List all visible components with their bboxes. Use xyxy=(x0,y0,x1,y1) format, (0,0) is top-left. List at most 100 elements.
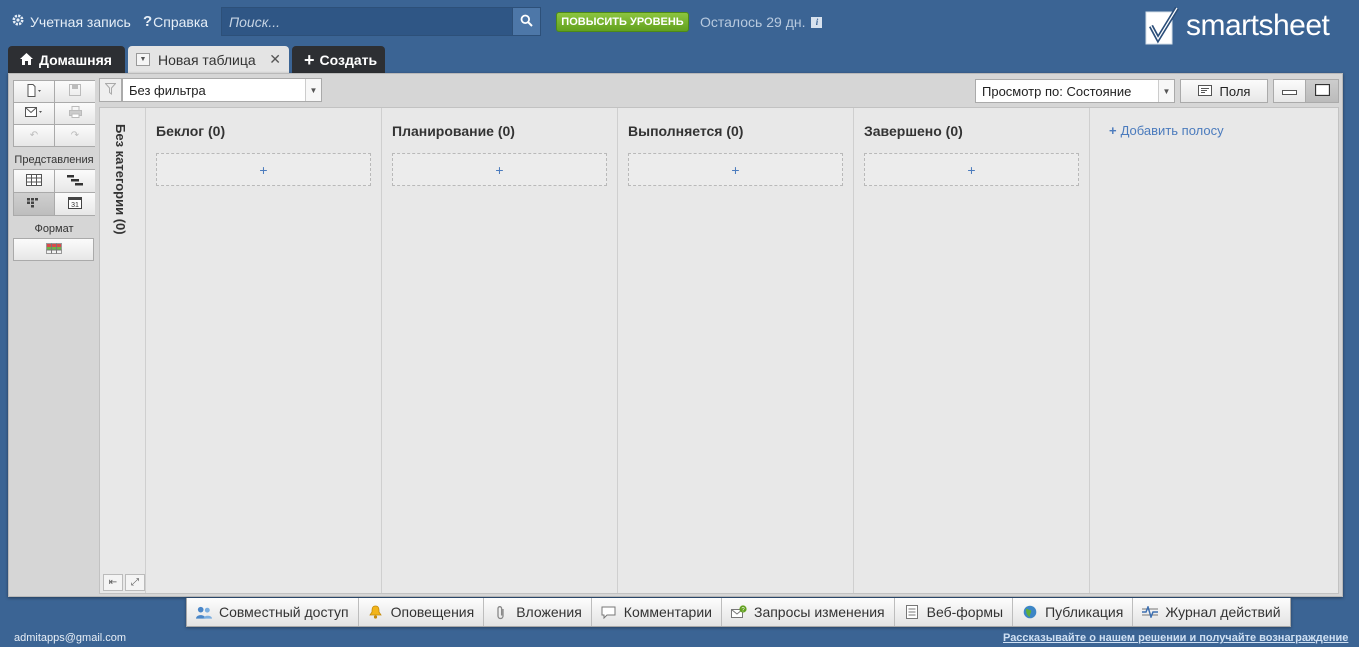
question-icon: ? xyxy=(143,13,153,30)
search-icon xyxy=(520,14,533,30)
referral-link[interactable]: Рассказывайте о нашем решении и получайт… xyxy=(1003,632,1348,644)
view-by-value: Просмотр по: Состояние xyxy=(982,83,1132,99)
filter-select-value: Без фильтра xyxy=(129,82,206,98)
trial-status: Осталось 29 дн. i xyxy=(700,14,823,30)
compact-cards-button[interactable] xyxy=(1274,80,1307,102)
full-cards-button[interactable] xyxy=(1306,80,1338,102)
web-forms-label: Веб-формы xyxy=(926,604,1004,620)
collapse-left-icon: ⇤ xyxy=(108,577,118,588)
sharing-label: Совместный доступ xyxy=(219,604,349,620)
alerts-button[interactable]: Оповещения xyxy=(359,598,485,626)
tab-create[interactable]: + Создать xyxy=(292,46,385,73)
lane-done: Завершено (0) + xyxy=(854,108,1090,593)
add-lane-link[interactable]: + Добавить полосу xyxy=(1109,123,1224,138)
uncategorized-lane: Без категории (0) ⇤ ⤢ xyxy=(100,108,146,593)
fields-label: Поля xyxy=(1219,83,1251,99)
email-button[interactable] xyxy=(14,103,54,124)
activity-log-icon xyxy=(1142,604,1159,620)
add-card-button[interactable]: + xyxy=(392,153,607,186)
account-label: Учетная запись xyxy=(30,14,131,30)
filter-bar: Без фильтра ▼ Просмотр по: Состояние ▼ П… xyxy=(99,78,1339,105)
comment-icon xyxy=(601,604,617,620)
add-lane-label: Добавить полосу xyxy=(1120,123,1224,138)
format-button[interactable] xyxy=(13,238,94,261)
search-button[interactable] xyxy=(513,7,541,36)
alerts-label: Оповещения xyxy=(390,604,475,620)
expand-button[interactable]: ⤢ xyxy=(125,574,145,591)
calendar-view-button[interactable]: 31 xyxy=(55,193,95,215)
sharing-button[interactable]: Совместный доступ xyxy=(187,598,359,626)
activity-log-button[interactable]: Журнал действий xyxy=(1133,598,1289,626)
globe-icon xyxy=(1022,604,1038,620)
email-icon xyxy=(25,106,43,121)
format-grid-icon xyxy=(45,242,62,257)
comments-label: Комментарии xyxy=(623,604,712,620)
chevron-down-icon: ▼ xyxy=(1158,80,1174,102)
home-icon xyxy=(20,52,33,68)
lane-title: Беклог (0) xyxy=(156,123,226,139)
tab-sheet[interactable]: ▼ Новая таблица ✕ xyxy=(128,46,289,73)
filter-select[interactable]: Без фильтра ▼ xyxy=(122,78,322,102)
form-icon xyxy=(904,604,920,620)
plus-icon: + xyxy=(1109,123,1117,138)
collapse-lane-button[interactable]: ⇤ xyxy=(103,574,123,591)
update-requests-label: Запросы изменения xyxy=(753,604,885,620)
card-view-button[interactable] xyxy=(14,193,54,215)
comments-button[interactable]: Комментарии xyxy=(592,598,722,626)
help-link[interactable]: ? Справка xyxy=(143,13,208,30)
card-board: Без категории (0) ⇤ ⤢ Беклог (0) + Плани… xyxy=(99,107,1339,594)
sheet-tools: ↶ ↷ xyxy=(13,80,95,147)
print-icon xyxy=(68,106,82,121)
format-label: Формат xyxy=(34,223,74,235)
people-icon xyxy=(196,604,212,620)
tab-strip: Домашняя ▼ Новая таблица ✕ + Создать xyxy=(8,46,385,73)
lane-controls: ⇤ ⤢ xyxy=(100,574,146,593)
full-card-icon xyxy=(1314,83,1330,99)
tab-home-label: Домашняя xyxy=(39,51,112,68)
main-panel: ↶ ↷ Представления 31 Формат Без фильтра … xyxy=(8,73,1343,597)
card-size-toggle xyxy=(1273,79,1339,103)
smartsheet-logo: smartsheet xyxy=(1144,6,1330,46)
save-button[interactable] xyxy=(55,81,95,102)
add-card-button[interactable]: + xyxy=(864,153,1079,186)
lane-backlog: Беклог (0) + xyxy=(146,108,382,593)
filter-icon-button[interactable] xyxy=(99,78,122,102)
activity-log-label: Журнал действий xyxy=(1165,604,1281,620)
filter-icon xyxy=(104,82,117,98)
publish-button[interactable]: Публикация xyxy=(1013,598,1134,626)
print-button[interactable] xyxy=(55,103,95,124)
add-card-button[interactable]: + xyxy=(628,153,843,186)
undo-icon: ↶ xyxy=(29,130,39,141)
grid-view-button[interactable] xyxy=(14,170,54,192)
top-bar: Учетная запись ? Справка ПОВЫСИТЬ УРОВЕН… xyxy=(0,0,1359,46)
upgrade-button[interactable]: ПОВЫСИТЬ УРОВЕНЬ xyxy=(556,12,689,32)
info-icon[interactable]: i xyxy=(811,16,823,28)
tab-home[interactable]: Домашняя xyxy=(8,46,125,73)
gantt-view-icon xyxy=(67,174,83,189)
view-by-select[interactable]: Просмотр по: Состояние ▼ xyxy=(975,79,1175,103)
attachments-button[interactable]: Вложения xyxy=(484,598,592,626)
tab-menu-icon[interactable]: ▼ xyxy=(136,53,150,66)
update-requests-button[interactable]: ? Запросы изменения xyxy=(722,598,895,626)
search-input[interactable] xyxy=(221,7,513,36)
save-icon xyxy=(69,84,81,99)
lane-title: Планирование (0) xyxy=(392,123,515,139)
new-sheet-button[interactable] xyxy=(14,81,54,102)
redo-icon: ↷ xyxy=(70,130,80,141)
logo-check-icon xyxy=(1144,6,1180,46)
attachments-label: Вложения xyxy=(516,604,582,620)
web-forms-button[interactable]: Веб-формы xyxy=(895,598,1014,626)
lane-title: Завершено (0) xyxy=(864,123,963,139)
undo-button[interactable]: ↶ xyxy=(14,125,54,146)
account-link[interactable]: Учетная запись xyxy=(11,13,131,31)
tab-create-label: Создать xyxy=(319,51,378,68)
gantt-view-button[interactable] xyxy=(55,170,95,192)
close-icon[interactable]: ✕ xyxy=(269,51,281,68)
redo-button[interactable]: ↷ xyxy=(55,125,95,146)
view-switcher: 31 xyxy=(13,169,95,216)
fields-button[interactable]: Поля xyxy=(1180,79,1268,103)
chevron-down-icon: ▼ xyxy=(305,79,321,101)
tab-sheet-label: Новая таблица xyxy=(158,51,256,68)
grid-view-icon xyxy=(26,173,42,189)
add-card-button[interactable]: + xyxy=(156,153,371,186)
